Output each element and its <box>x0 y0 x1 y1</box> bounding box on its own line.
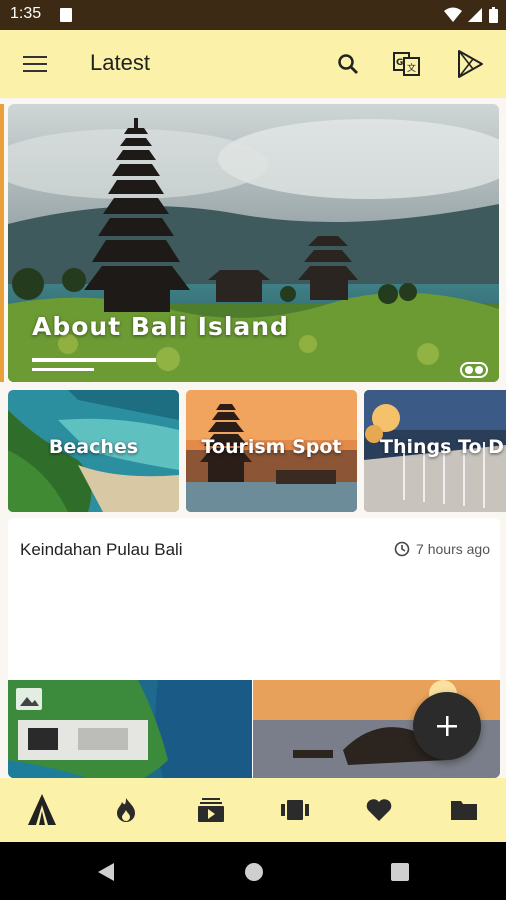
category-card-tourism-spot[interactable]: Tourism Spot <box>186 390 357 512</box>
menu-button[interactable] <box>18 50 52 78</box>
caption-underline <box>32 358 156 362</box>
play-store-button[interactable] <box>452 46 488 82</box>
heart-icon <box>367 799 392 821</box>
main-content[interactable]: About Bali Island Beaches Tourism Spot T… <box>0 98 506 778</box>
tab-videos[interactable] <box>169 778 253 842</box>
battery-icon <box>489 7 498 23</box>
sd-card-icon <box>60 8 72 22</box>
caption-underline-short <box>32 368 94 371</box>
tab-favorites[interactable] <box>337 778 421 842</box>
recents-icon[interactable] <box>391 863 409 881</box>
translate-button[interactable]: G 文 <box>390 48 424 80</box>
hamburger-icon <box>23 56 47 72</box>
post-time: 7 hours ago <box>394 541 490 557</box>
hero-caption: About Bali Island <box>32 312 289 341</box>
gallery-image-villa[interactable] <box>8 680 252 778</box>
wifi-icon <box>444 7 462 22</box>
app-bar: Latest G 文 <box>0 30 506 98</box>
status-icons <box>444 7 498 23</box>
page-title: Latest <box>90 50 150 75</box>
search-icon <box>338 54 358 74</box>
tab-popular[interactable] <box>84 778 168 842</box>
category-label: Beaches <box>48 436 139 458</box>
villa-image <box>8 680 252 778</box>
temple-icon <box>28 794 57 825</box>
status-time: 1:35 <box>10 5 42 22</box>
slideshow-toggle-icon[interactable] <box>460 362 488 378</box>
hero-slide[interactable]: About Bali Island <box>8 104 499 382</box>
system-nav-bar <box>0 842 506 900</box>
category-card-things-to-do[interactable]: Things To D <box>364 390 506 512</box>
status-bar: 1:35 <box>0 0 506 30</box>
signal-icon <box>468 8 482 22</box>
folder-icon <box>450 801 477 820</box>
back-icon[interactable] <box>97 862 115 882</box>
tab-latest[interactable] <box>0 778 84 842</box>
svg-text:G: G <box>396 58 403 68</box>
video-stack-icon <box>197 798 224 822</box>
previous-slide-edge <box>0 104 4 382</box>
post-time-label: 7 hours ago <box>416 541 490 557</box>
translate-icon: G 文 <box>393 52 420 76</box>
post-title: Keindahan Pulau Bali <box>20 540 183 559</box>
category-card-beaches[interactable]: Beaches <box>8 390 179 512</box>
category-label: Things To D <box>380 436 504 458</box>
home-icon[interactable] <box>244 862 264 882</box>
search-button[interactable] <box>332 48 364 80</box>
carousel-icon <box>281 800 310 820</box>
add-button[interactable] <box>413 692 481 760</box>
plus-icon <box>437 716 457 736</box>
bottom-nav <box>0 778 506 842</box>
play-store-icon <box>458 50 483 78</box>
clock-icon <box>394 541 410 557</box>
category-label: Tourism Spot <box>201 436 342 458</box>
tab-carousel[interactable] <box>253 778 337 842</box>
tab-categories[interactable] <box>422 778 506 842</box>
svg-text:文: 文 <box>407 62 416 74</box>
flame-icon <box>117 798 136 822</box>
